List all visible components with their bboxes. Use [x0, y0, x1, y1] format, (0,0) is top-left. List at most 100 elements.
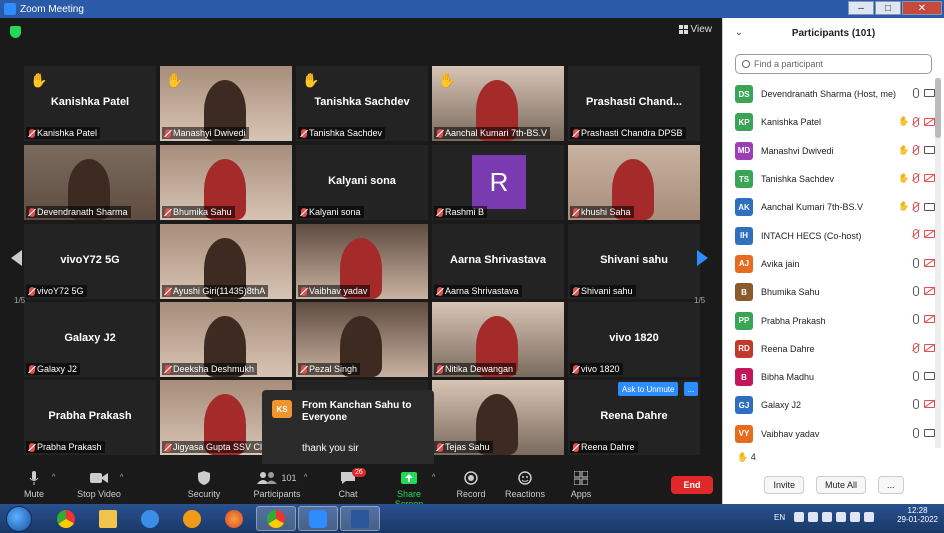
network-icon[interactable]: [864, 512, 874, 522]
participant-search[interactable]: Find a participant: [735, 54, 932, 74]
video-camera-icon[interactable]: [924, 89, 935, 97]
chevron-down-icon[interactable]: ⌄: [735, 27, 743, 38]
volume-icon[interactable]: [850, 512, 860, 522]
participant-row[interactable]: AK Aanchal Kumari 7th-BS.V ✋: [723, 193, 935, 221]
taskbar-zoom[interactable]: [298, 506, 338, 531]
participant-row[interactable]: RD Reena Dahre: [723, 335, 935, 363]
participant-row[interactable]: TS Tanishka Sachdev ✋: [723, 165, 935, 193]
microphone-icon[interactable]: [913, 286, 919, 297]
end-meeting-button[interactable]: End: [671, 476, 713, 494]
tray-icon[interactable]: [822, 512, 832, 522]
microphone-icon[interactable]: [913, 427, 919, 438]
minimize-button[interactable]: ‒: [848, 1, 874, 15]
video-off-icon[interactable]: [924, 343, 935, 352]
video-off-icon[interactable]: [924, 315, 935, 324]
close-button[interactable]: ✕: [902, 1, 942, 15]
video-tile[interactable]: khushi Saha: [568, 145, 700, 220]
video-tile[interactable]: Nitika Dewangan: [432, 302, 564, 377]
chat-notification[interactable]: KS From Kanchan Sahu to Everyone thank y…: [262, 390, 434, 466]
mic-muted-icon[interactable]: [913, 201, 919, 212]
video-tile[interactable]: ✋ Manashyi Dwivedi: [160, 66, 292, 141]
video-off-icon[interactable]: [924, 230, 935, 239]
video-off-icon[interactable]: [924, 258, 935, 267]
taskbar-chrome[interactable]: [46, 506, 86, 531]
mic-muted-icon[interactable]: [913, 342, 919, 353]
taskbar-firefox[interactable]: [214, 506, 254, 531]
participant-row[interactable]: PP Prabha Prakash: [723, 306, 935, 334]
microphone-icon[interactable]: [913, 370, 919, 381]
video-tile[interactable]: vivoY72 5G vivoY72 5G: [24, 224, 156, 299]
video-off-icon[interactable]: [924, 117, 935, 126]
video-tile[interactable]: Bhumika Sahu: [160, 145, 292, 220]
clock[interactable]: 12:28 29-01-2022: [897, 506, 938, 524]
tray-icon[interactable]: [808, 512, 818, 522]
mute-button[interactable]: Mute: [22, 470, 46, 499]
video-tile[interactable]: Tejas Sahu: [432, 380, 564, 455]
mic-muted-icon[interactable]: [913, 145, 919, 156]
video-tile[interactable]: ✋ Kanishka Patel Kanishka Patel: [24, 66, 156, 141]
stop-video-button[interactable]: Stop Video: [74, 470, 124, 499]
participant-list-scrollbar[interactable]: [935, 78, 941, 448]
tray-icon[interactable]: [794, 512, 804, 522]
video-tile[interactable]: Kalyani sona Kalyani sona: [296, 145, 428, 220]
video-camera-icon[interactable]: [924, 428, 935, 437]
video-tile[interactable]: Aarna Shrivastava Aarna Shrivastava: [432, 224, 564, 299]
audio-options-caret[interactable]: ^: [52, 474, 55, 481]
microphone-icon[interactable]: [913, 314, 919, 325]
video-tile[interactable]: Pezal Singh: [296, 302, 428, 377]
encryption-shield-icon[interactable]: [10, 26, 21, 38]
tile-more-button[interactable]: ...: [684, 382, 698, 396]
video-tile[interactable]: ✋ Aanchal Kumari 7th-BS.V: [432, 66, 564, 141]
participant-row[interactable]: MD Manashvi Dwivedi ✋: [723, 137, 935, 165]
microphone-icon[interactable]: [913, 88, 919, 98]
video-camera-icon[interactable]: [924, 371, 935, 380]
video-tile[interactable]: Ayushi Giri(11435)8thA: [160, 224, 292, 299]
participant-row[interactable]: B Bibha Madhu: [723, 363, 935, 391]
taskbar-ie[interactable]: [130, 506, 170, 531]
security-button[interactable]: Security: [186, 470, 222, 499]
video-tile[interactable]: Galaxy J2 Galaxy J2: [24, 302, 156, 377]
apps-button[interactable]: Apps: [566, 470, 596, 499]
video-tile[interactable]: vivo 1820 vivo 1820: [568, 302, 700, 377]
ask-to-unmute-button[interactable]: Ask to Unmute: [618, 382, 679, 396]
video-options-caret[interactable]: ^: [120, 474, 123, 481]
video-tile[interactable]: Shivani sahu Shivani sahu: [568, 224, 700, 299]
mic-muted-icon[interactable]: [913, 173, 919, 184]
video-tile[interactable]: Devendranath Sharma: [24, 145, 156, 220]
record-button[interactable]: Record: [454, 470, 488, 499]
mute-all-button[interactable]: Mute All: [815, 476, 866, 494]
start-button[interactable]: [6, 506, 32, 532]
tray-icon[interactable]: [836, 512, 846, 522]
maximize-button[interactable]: □: [875, 1, 901, 15]
taskbar-word[interactable]: [340, 506, 380, 531]
video-off-icon[interactable]: [924, 400, 935, 409]
participant-row[interactable]: AJ Avika jain: [723, 250, 935, 278]
video-off-icon[interactable]: [924, 174, 935, 183]
language-indicator[interactable]: EN: [774, 513, 785, 522]
participant-row[interactable]: DS Devendranath Sharma (Host, me): [723, 80, 935, 108]
video-tile[interactable]: ✋ Tanishka Sachdev Tanishka Sachdev: [296, 66, 428, 141]
participant-row[interactable]: B Bhumika Sahu: [723, 278, 935, 306]
taskbar-media[interactable]: [172, 506, 212, 531]
participant-row[interactable]: VY Vaibhav yadav: [723, 420, 935, 448]
taskbar-chrome-active[interactable]: [256, 506, 296, 531]
panel-more-button[interactable]: ...: [878, 476, 904, 494]
next-page-button[interactable]: [692, 228, 712, 288]
share-options-caret[interactable]: ^: [432, 474, 435, 481]
participant-row[interactable]: GJ Galaxy J2: [723, 391, 935, 419]
video-off-icon[interactable]: [924, 287, 935, 296]
mic-muted-icon[interactable]: [913, 116, 919, 127]
mic-muted-icon[interactable]: [913, 229, 919, 240]
participants-button[interactable]: 101 Participants: [252, 470, 302, 499]
video-tile[interactable]: R Rashmi B: [432, 145, 564, 220]
previous-page-button[interactable]: [6, 228, 26, 288]
view-button[interactable]: View: [678, 24, 712, 35]
video-tile[interactable]: Prabha Prakash Prabha Prakash: [24, 380, 156, 455]
video-tile[interactable]: Deeksha Deshmukh: [160, 302, 292, 377]
taskbar-explorer[interactable]: [88, 506, 128, 531]
reactions-button[interactable]: Reactions: [504, 470, 546, 499]
video-tile[interactable]: Vaibhav yadav: [296, 224, 428, 299]
microphone-icon[interactable]: [913, 399, 919, 410]
video-camera-icon[interactable]: [924, 202, 935, 211]
video-tile[interactable]: Prashasti Chand... Prashasti Chandra DPSB: [568, 66, 700, 141]
